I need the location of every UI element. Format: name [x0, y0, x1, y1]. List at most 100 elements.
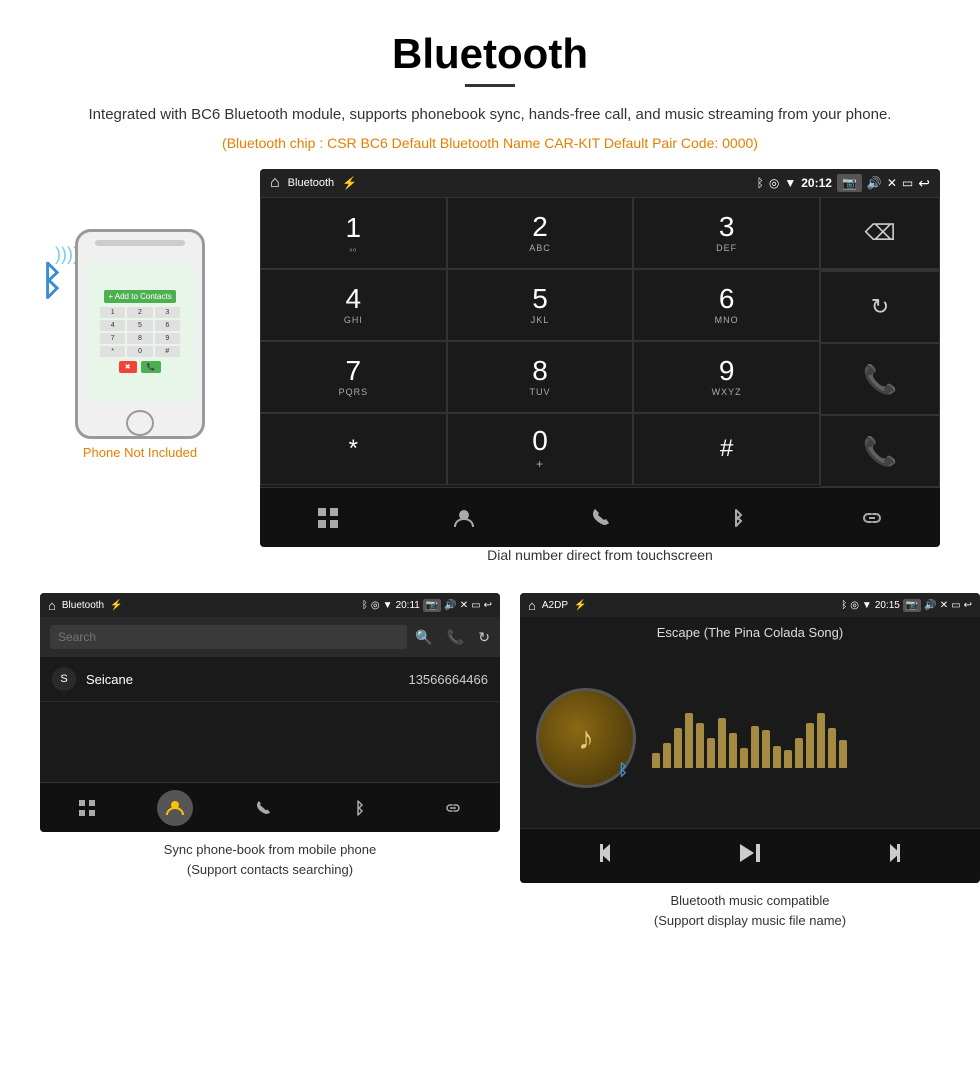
pb-wifi-icon: ▼ [383, 600, 393, 611]
title-divider [465, 84, 515, 87]
dial-row-3: 7PQRS 8TUV 9WXYZ [260, 341, 820, 413]
dial-key-1[interactable]: 1ᵥₒ [260, 197, 447, 269]
eq-bar [806, 723, 814, 768]
mus-cam-icon[interactable]: 📷 [903, 599, 921, 612]
phone-home-button[interactable] [126, 410, 154, 436]
camera-icon[interactable]: 📷 [837, 174, 862, 192]
dial-row-4: * 0+ # [260, 413, 820, 485]
volume-icon[interactable]: 🔊 [867, 176, 882, 190]
phonebook-caption: Sync phone-book from mobile phone (Suppo… [164, 840, 376, 879]
pb-back-icon[interactable]: ↩ [484, 600, 492, 611]
backspace-icon: ⌫ [864, 220, 895, 246]
mus-vol-icon[interactable]: 🔊 [924, 600, 936, 611]
next-button[interactable] [876, 839, 904, 873]
pb-spacer [40, 702, 500, 782]
pb-contacts-icon[interactable]: 📞 [447, 629, 464, 646]
eq-bar [718, 718, 726, 768]
eq-bar [663, 743, 671, 768]
prev-button[interactable] [596, 839, 624, 873]
dial-key-hash[interactable]: # [633, 413, 820, 485]
music-item: ⌂ A2DP ⚡ ᛒ ◎ ▼ 20:15 📷 🔊 ✕ ▭ ↩ Escape (T… [520, 593, 980, 930]
pb-grid-btn[interactable] [62, 783, 112, 833]
pb-close-icon[interactable]: ✕ [460, 600, 468, 611]
grid-icon-btn[interactable] [303, 493, 353, 543]
eq-bar [740, 748, 748, 768]
phonebook-screen: ⌂ Bluetooth ⚡ ᛒ ◎ ▼ 20:11 📷 🔊 ✕ ▭ ↩ [40, 593, 500, 832]
pb-redial-icon[interactable]: ↻ [478, 629, 490, 646]
call-button[interactable]: 📞 [820, 343, 940, 415]
main-layout: ᛒ )))) + Add to Contacts 1 2 3 4 5 6 7 [40, 169, 940, 583]
dial-key-4[interactable]: 4GHI [260, 269, 447, 341]
redial-button[interactable]: ↻ [820, 271, 940, 343]
pb-right-icons: ᛒ ◎ ▼ 20:11 📷 🔊 ✕ ▭ ↩ [362, 599, 492, 612]
eq-bar [652, 753, 660, 768]
pb-bt-btn[interactable] [333, 783, 383, 833]
end-call-button[interactable]: 📞 [820, 415, 940, 487]
album-bt-overlay: ᛒ [618, 762, 628, 780]
pb-link-btn[interactable] [428, 783, 478, 833]
pb-person-btn[interactable] [157, 790, 193, 826]
mus-win-icon[interactable]: ▭ [951, 600, 960, 611]
search-input[interactable] [50, 625, 407, 649]
usb-icon: ⚡ [342, 176, 357, 190]
bluetooth-icon-btn[interactable] [711, 493, 761, 543]
dial-key-3[interactable]: 3DEF [633, 197, 820, 269]
backspace-button[interactable]: ⌫ [820, 197, 940, 269]
mus-right-icons: ᛒ ◎ ▼ 20:15 📷 🔊 ✕ ▭ ↩ [841, 599, 972, 612]
contact-row[interactable]: S Seicane 13566664466 [40, 657, 500, 702]
pb-usb-icon: ⚡ [110, 600, 122, 611]
phone-device: + Add to Contacts 1 2 3 4 5 6 7 8 9 * [75, 229, 205, 439]
phone-column: ᛒ )))) + Add to Contacts 1 2 3 4 5 6 7 [40, 169, 240, 460]
status-right-icons: ᛒ ◎ ▼ 20:12 📷 🔊 ✕ ▭ ↩ [757, 174, 930, 192]
mus-bt-icon: ᛒ [841, 600, 847, 611]
main-screen-title: Bluetooth [288, 177, 334, 189]
pb-loc-icon: ◎ [371, 600, 380, 611]
back-icon[interactable]: ↩ [918, 175, 930, 192]
dial-key-8[interactable]: 8TUV [447, 341, 634, 413]
play-pause-button[interactable] [736, 839, 764, 873]
dial-key-6[interactable]: 6MNO [633, 269, 820, 341]
dial-key-9[interactable]: 9WXYZ [633, 341, 820, 413]
pb-vol-icon[interactable]: 🔊 [444, 600, 456, 611]
pb-cam-icon[interactable]: 📷 [423, 599, 441, 612]
dial-key-5[interactable]: 5JKL [447, 269, 634, 341]
eq-bar [817, 713, 825, 768]
pb-win-icon[interactable]: ▭ [471, 600, 480, 611]
pb-phone-btn[interactable] [238, 783, 288, 833]
window-icon[interactable]: ▭ [902, 176, 913, 190]
dial-key-2[interactable]: 2ABC [447, 197, 634, 269]
close-icon[interactable]: ✕ [887, 176, 897, 190]
mus-title: A2DP [542, 600, 568, 611]
link-icon-btn[interactable] [847, 493, 897, 543]
redial-icon: ↻ [871, 294, 889, 320]
music-caption: Bluetooth music compatible (Support disp… [654, 891, 846, 930]
phone-icon-btn[interactable] [575, 493, 625, 543]
dial-key-7[interactable]: 7PQRS [260, 341, 447, 413]
mus-home-icon[interactable]: ⌂ [528, 598, 536, 613]
dial-row-1: 1ᵥₒ 2ABC 3DEF [260, 197, 820, 269]
eq-bar [729, 733, 737, 768]
music-screen: ⌂ A2DP ⚡ ᛒ ◎ ▼ 20:15 📷 🔊 ✕ ▭ ↩ Escape (T… [520, 593, 980, 883]
music-status-bar: ⌂ A2DP ⚡ ᛒ ◎ ▼ 20:15 📷 🔊 ✕ ▭ ↩ [520, 593, 980, 617]
dial-key-0[interactable]: 0+ [447, 413, 634, 485]
page-title: Bluetooth [40, 30, 940, 78]
contact-name: Seicane [86, 672, 408, 687]
pb-title: Bluetooth [62, 600, 104, 611]
pb-home-icon[interactable]: ⌂ [48, 598, 56, 613]
dialpad-area: 1ᵥₒ 2ABC 3DEF 4GHI [260, 197, 940, 487]
pb-search-icon[interactable]: 🔍 [415, 629, 432, 646]
mus-time: 20:15 [875, 600, 900, 611]
home-icon[interactable]: ⌂ [270, 174, 280, 192]
contacts-icon-btn[interactable] [439, 493, 489, 543]
subtitle-text: Integrated with BC6 Bluetooth module, su… [40, 103, 940, 127]
mus-back-icon[interactable]: ↩ [964, 600, 972, 611]
music-controls [520, 828, 980, 883]
mus-close-icon[interactable]: ✕ [940, 600, 948, 611]
bluetooth-icon: ᛒ [40, 259, 64, 304]
dial-key-star[interactable]: * [260, 413, 447, 485]
music-info [652, 708, 964, 768]
contact-letter: S [52, 667, 76, 691]
eq-bar [839, 740, 847, 768]
search-bar: 🔍 📞 ↻ [40, 617, 500, 657]
dial-row-2: 4GHI 5JKL 6MNO [260, 269, 820, 341]
